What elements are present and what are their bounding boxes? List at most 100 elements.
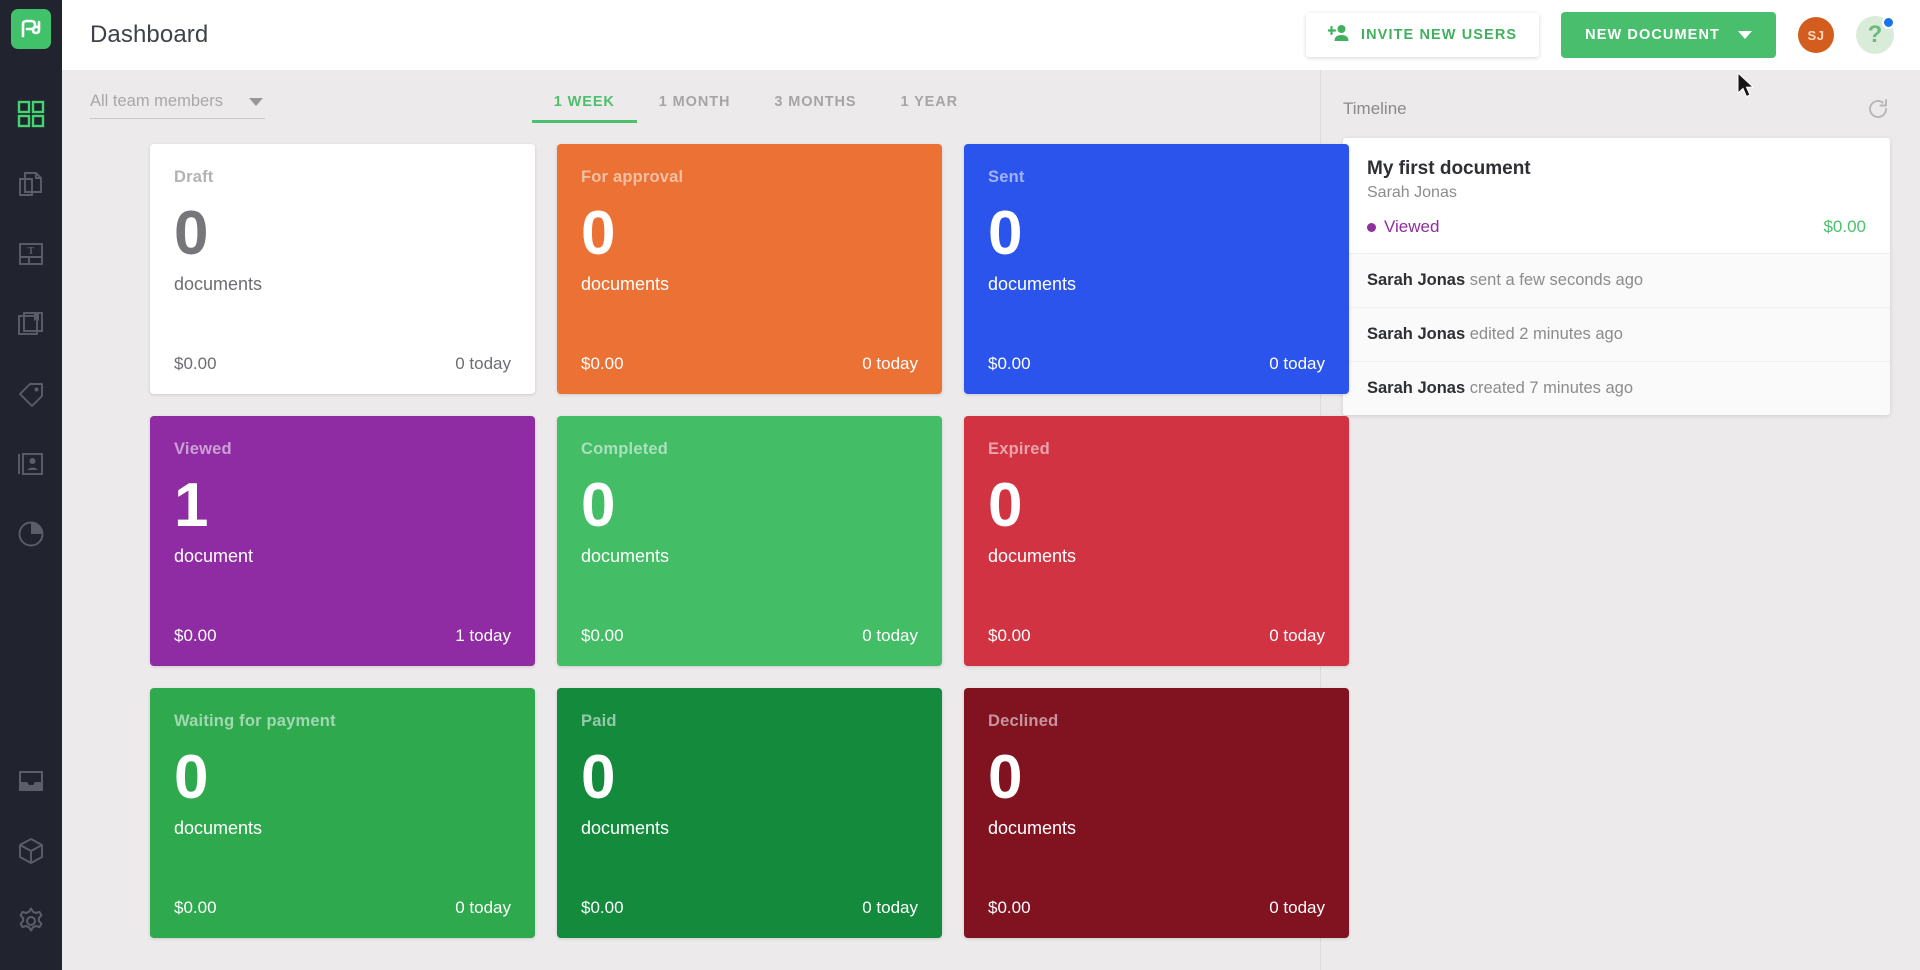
card-footer: $0.00 0 today bbox=[581, 354, 918, 374]
help-button[interactable]: ? bbox=[1856, 16, 1895, 54]
card-count: 0 bbox=[581, 743, 615, 812]
timeline-event-text: created 7 minutes ago bbox=[1465, 379, 1633, 397]
team-members-placeholder: All team members bbox=[90, 92, 223, 110]
app-root: T Dashboard INVITE NEW USERS NEW DOCUMEN… bbox=[0, 0, 1920, 970]
card-count: 0 bbox=[581, 471, 615, 540]
left-sidebar: T bbox=[0, 0, 62, 970]
contact-card-icon bbox=[17, 450, 45, 478]
status-card-declined[interactable]: Declined 0 documents $0.00 0 today bbox=[964, 688, 1349, 938]
timeline-event-actor: Sarah Jonas bbox=[1367, 271, 1466, 289]
card-unit: documents bbox=[581, 818, 670, 838]
card-amount: $0.00 bbox=[174, 354, 217, 373]
team-members-select[interactable]: All team members bbox=[90, 92, 265, 119]
status-card-sent[interactable]: Sent 0 documents $0.00 0 today bbox=[964, 144, 1349, 394]
card-amount: $0.00 bbox=[988, 354, 1031, 373]
help-label: ? bbox=[1867, 21, 1883, 48]
card-label: Expired bbox=[988, 440, 1050, 458]
sidebar-item-contacts[interactable] bbox=[0, 429, 62, 499]
card-count: 0 bbox=[988, 743, 1022, 812]
add-user-icon bbox=[1326, 24, 1350, 46]
card-today: 0 today bbox=[1269, 354, 1325, 373]
dashboard-board: All team members 1 WEEK 1 MONTH 3 MONTHS… bbox=[62, 70, 1349, 970]
svg-text:T: T bbox=[28, 246, 35, 257]
chevron-down-icon bbox=[1738, 31, 1752, 39]
timeline-event-actor: Sarah Jonas bbox=[1367, 379, 1466, 397]
card-footer: $0.00 1 today bbox=[174, 626, 511, 646]
card-label: For approval bbox=[581, 168, 684, 186]
status-card-completed[interactable]: Completed 0 documents $0.00 0 today bbox=[557, 416, 942, 666]
top-bar: Dashboard INVITE NEW USERS NEW DOCUMENT bbox=[62, 0, 1920, 70]
new-document-label: NEW DOCUMENT bbox=[1585, 27, 1720, 43]
status-card-for-approval[interactable]: For approval 0 documents $0.00 0 today bbox=[557, 144, 942, 394]
card-footer: $0.00 0 today bbox=[581, 626, 918, 646]
pandadoc-logo[interactable] bbox=[11, 9, 51, 49]
sidebar-item-dashboard[interactable] bbox=[0, 79, 62, 149]
card-unit: documents bbox=[174, 274, 263, 294]
card-label: Sent bbox=[988, 168, 1025, 186]
status-card-draft[interactable]: Draft 0 documents $0.00 0 today bbox=[150, 144, 535, 394]
timeline-event-text: edited 2 minutes ago bbox=[1465, 325, 1623, 343]
card-unit: documents bbox=[988, 274, 1077, 294]
timeline-panel: Timeline My first document Sarah Jonas V… bbox=[1320, 70, 1920, 970]
refresh-icon[interactable] bbox=[1866, 97, 1890, 121]
status-label: Viewed bbox=[1384, 217, 1440, 236]
card-amount: $0.00 bbox=[581, 898, 624, 917]
card-unit: documents bbox=[988, 546, 1077, 566]
card-today: 0 today bbox=[862, 898, 918, 917]
timeline-document-amount: $0.00 bbox=[1823, 217, 1866, 236]
sidebar-item-documents[interactable] bbox=[0, 149, 62, 219]
sidebar-item-integrations[interactable] bbox=[0, 816, 62, 886]
catalog-book-icon bbox=[17, 310, 45, 338]
main-column: Dashboard INVITE NEW USERS NEW DOCUMENT bbox=[62, 0, 1920, 970]
card-footer: $0.00 0 today bbox=[174, 898, 511, 918]
new-document-button[interactable]: NEW DOCUMENT bbox=[1561, 12, 1776, 58]
status-badge: Viewed bbox=[1367, 217, 1439, 237]
timeline-document-title: My first document bbox=[1367, 158, 1531, 179]
status-card-paid[interactable]: Paid 0 documents $0.00 0 today bbox=[557, 688, 942, 938]
card-unit: documents bbox=[174, 818, 263, 838]
board-filter-bar: All team members 1 WEEK 1 MONTH 3 MONTHS… bbox=[62, 70, 1320, 132]
card-label: Draft bbox=[174, 168, 214, 186]
card-amount: $0.00 bbox=[988, 626, 1031, 645]
status-dot-icon bbox=[1367, 222, 1376, 232]
tab-1-year[interactable]: 1 YEAR bbox=[878, 92, 980, 123]
sidebar-item-catalog[interactable] bbox=[0, 289, 62, 359]
card-footer: $0.00 0 today bbox=[174, 354, 511, 374]
card-footer: $0.00 0 today bbox=[988, 626, 1325, 646]
tab-3-months[interactable]: 3 MONTHS bbox=[752, 92, 878, 123]
card-today: 0 today bbox=[455, 898, 511, 917]
status-card-waiting-for-payment[interactable]: Waiting for payment 0 documents $0.00 0 … bbox=[150, 688, 535, 938]
timeline-event[interactable]: Sarah Jonas created 7 minutes ago bbox=[1343, 361, 1890, 415]
timeline-header: Timeline bbox=[1343, 92, 1890, 126]
status-card-viewed[interactable]: Viewed 1 document $0.00 1 today bbox=[150, 416, 535, 666]
timeline-event-text: sent a few seconds ago bbox=[1465, 271, 1644, 289]
content-area: All team members 1 WEEK 1 MONTH 3 MONTHS… bbox=[62, 70, 1920, 970]
sidebar-item-reports[interactable] bbox=[0, 499, 62, 569]
tab-1-month[interactable]: 1 MONTH bbox=[637, 92, 753, 123]
card-count: 0 bbox=[174, 743, 208, 812]
timeline-document[interactable]: My first document Sarah Jonas Viewed $0.… bbox=[1343, 138, 1890, 253]
card-count: 0 bbox=[988, 471, 1022, 540]
timeline-event[interactable]: Sarah Jonas sent a few seconds ago bbox=[1343, 253, 1890, 307]
sidebar-item-inbox[interactable] bbox=[0, 746, 62, 816]
invite-new-users-button[interactable]: INVITE NEW USERS bbox=[1305, 13, 1540, 57]
status-cards-grid: Draft 0 documents $0.00 0 today For appr… bbox=[62, 132, 1349, 938]
sidebar-item-settings[interactable] bbox=[0, 886, 62, 956]
card-today: 0 today bbox=[1269, 626, 1325, 645]
page-title: Dashboard bbox=[90, 21, 209, 48]
card-label: Waiting for payment bbox=[174, 712, 336, 730]
status-card-expired[interactable]: Expired 0 documents $0.00 0 today bbox=[964, 416, 1349, 666]
avatar[interactable]: SJ bbox=[1798, 17, 1834, 53]
card-count: 0 bbox=[988, 199, 1022, 268]
tab-1-week[interactable]: 1 WEEK bbox=[531, 92, 637, 123]
chevron-down-icon bbox=[249, 98, 263, 106]
card-unit: document bbox=[174, 546, 254, 566]
sidebar-item-templates[interactable]: T bbox=[0, 219, 62, 289]
timeline-event[interactable]: Sarah Jonas edited 2 minutes ago bbox=[1343, 307, 1890, 361]
card-unit: documents bbox=[988, 818, 1077, 838]
avatar-initials: SJ bbox=[1807, 27, 1825, 43]
inbox-tray-icon bbox=[17, 767, 45, 795]
cube-icon bbox=[17, 837, 45, 865]
sidebar-item-pricing[interactable] bbox=[0, 359, 62, 429]
card-amount: $0.00 bbox=[174, 626, 217, 645]
